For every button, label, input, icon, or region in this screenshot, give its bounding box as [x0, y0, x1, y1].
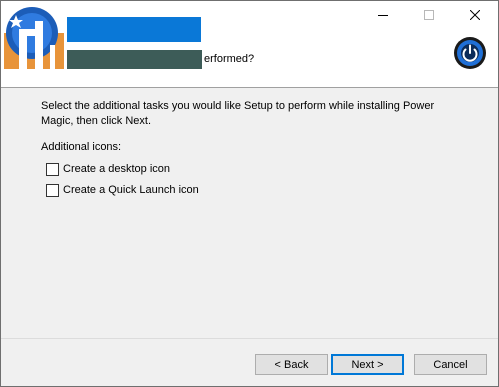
app-logo-icon: [4, 7, 64, 69]
minimize-icon: [378, 15, 388, 16]
footer-divider: [1, 338, 498, 339]
close-button[interactable]: [452, 1, 498, 29]
title-redaction: [67, 17, 201, 42]
setup-wizard-window: erformed? Select the additional tasks yo…: [0, 0, 499, 387]
desktop-icon-checkbox[interactable]: [46, 162, 59, 176]
wizard-header: erformed?: [1, 1, 498, 87]
desktop-icon-option[interactable]: Create a desktop icon: [46, 162, 170, 176]
additional-icons-label: Additional icons:: [41, 141, 122, 153]
power-icon: [454, 37, 486, 69]
next-button[interactable]: Next >: [331, 354, 404, 375]
quick-launch-label[interactable]: Create a Quick Launch icon: [63, 184, 199, 196]
maximize-icon: [424, 10, 434, 20]
close-icon: [470, 10, 480, 20]
header-divider: [1, 87, 498, 88]
quick-launch-checkbox[interactable]: [46, 183, 59, 197]
maximize-button[interactable]: [406, 1, 452, 29]
desktop-icon-label[interactable]: Create a desktop icon: [63, 163, 170, 175]
subtitle-redaction: [67, 50, 202, 69]
page-subtitle: erformed?: [204, 53, 255, 65]
quick-launch-option[interactable]: Create a Quick Launch icon: [46, 183, 199, 197]
back-button[interactable]: < Back: [255, 354, 328, 375]
cancel-button[interactable]: Cancel: [414, 354, 487, 375]
minimize-button[interactable]: [360, 1, 406, 29]
task-description: Select the additional tasks you would li…: [41, 100, 435, 127]
